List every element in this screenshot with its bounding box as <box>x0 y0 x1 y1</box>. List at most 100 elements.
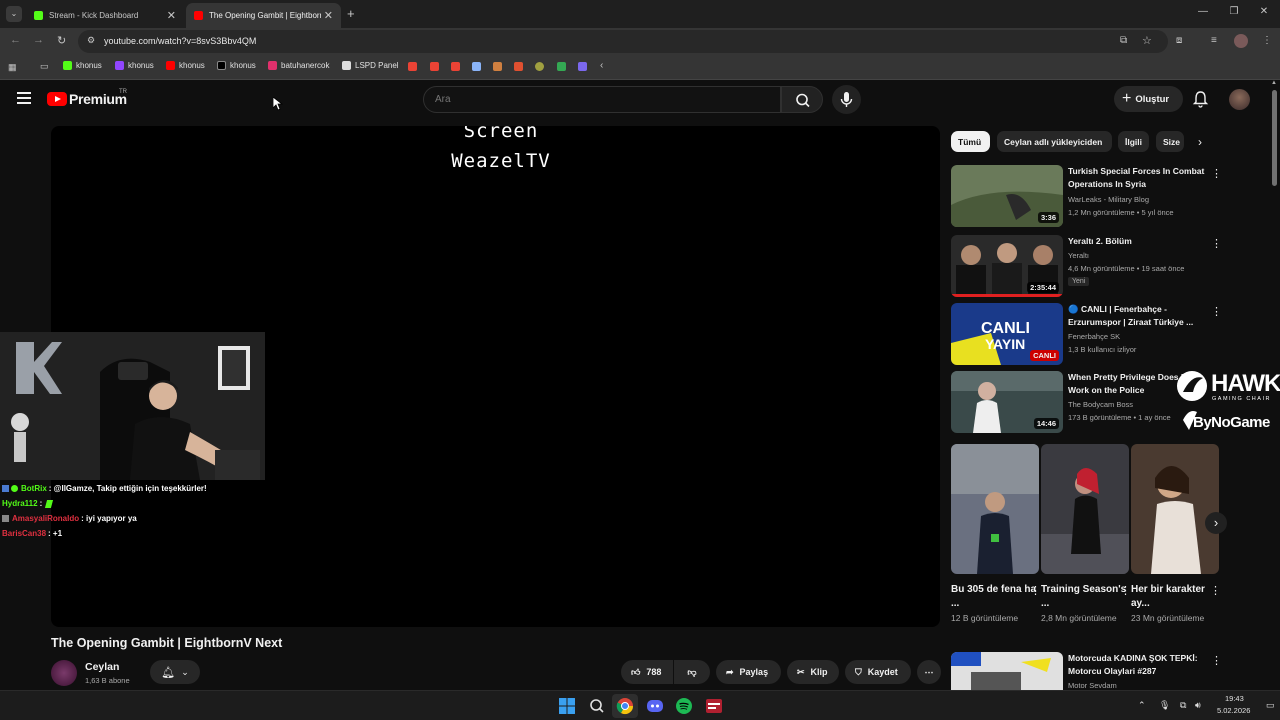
profile-avatar[interactable] <box>1234 34 1248 48</box>
video-title[interactable]: Motorcuda KADINA ŞOK TEPKİ: Motorcu Olay… <box>1068 652 1208 678</box>
subscription-bell-button[interactable]: 🔔︎ ⌄ <box>150 660 200 684</box>
short-title[interactable]: Training Season's ... <box>1041 583 1129 611</box>
windows-start-icon[interactable] <box>558 697 576 715</box>
video-thumbnail[interactable]: 14:46 <box>951 371 1063 433</box>
close-window-icon[interactable]: ✕ <box>1256 6 1272 17</box>
channel-name[interactable]: The Bodycam Boss <box>1068 400 1133 409</box>
notifications-button[interactable] <box>1192 90 1209 113</box>
extensions-icon[interactable]: ⧈ <box>1176 35 1182 46</box>
tray-overflow-icon[interactable]: ⌃ <box>1138 700 1146 711</box>
video-thumbnail[interactable]: 3:36 <box>951 165 1063 227</box>
scroll-up-icon[interactable]: ▲ <box>1271 80 1277 86</box>
scroll-thumb[interactable] <box>1272 90 1277 186</box>
docs-icon[interactable] <box>472 62 481 71</box>
sheets-icon[interactable] <box>557 62 566 71</box>
tab-youtube-video[interactable]: The Opening Gambit | Eightborn ✕ <box>186 3 341 28</box>
gmail-icon[interactable] <box>430 62 439 71</box>
gmail-icon[interactable] <box>451 62 460 71</box>
bookmark-youtube[interactable]: khonus <box>166 61 205 70</box>
short-thumbnail[interactable] <box>951 444 1039 574</box>
recommendation-item[interactable]: Motorcuda KADINA ŞOK TEPKİ: Motorcu Olay… <box>951 652 1221 690</box>
share-button[interactable]: ➦ Paylaş <box>716 660 781 684</box>
folder-icon[interactable]: ▭ <box>40 61 49 72</box>
extension-icon[interactable] <box>493 62 502 71</box>
short-item[interactable]: Her bir karakter ay... 23 Mn görüntüleme… <box>1131 444 1221 625</box>
cast-icon[interactable]: ⧉ <box>1120 35 1127 46</box>
more-actions-button[interactable]: ⋯ <box>917 660 941 684</box>
back-icon[interactable]: ← <box>10 34 21 46</box>
video-thumbnail[interactable]: CANLI YAYIN CANLI <box>951 303 1063 365</box>
video-thumbnail[interactable] <box>951 652 1063 690</box>
clock-time[interactable]: 19:43 <box>1225 694 1244 703</box>
tab-kick-dashboard[interactable]: Stream - Kick Dashboard ✕ <box>26 3 184 28</box>
channel-name[interactable]: Yeraltı <box>1068 251 1089 260</box>
channel-avatar[interactable] <box>51 660 77 686</box>
video-title[interactable]: 🔵 CANLI | Fenerbahçe - Erzurumspor | Zir… <box>1068 303 1208 329</box>
app-icon[interactable] <box>705 697 723 715</box>
extension-icon[interactable] <box>535 62 544 71</box>
more-options-icon[interactable]: ⋮ <box>1211 305 1222 318</box>
forms-icon[interactable] <box>578 62 587 71</box>
search-icon[interactable] <box>588 697 606 715</box>
more-bookmarks-icon[interactable]: ‹ <box>600 60 603 71</box>
network-icon[interactable]: ⧉ <box>1180 700 1186 711</box>
channel-name[interactable]: Fenerbahçe SK <box>1068 332 1120 341</box>
save-button[interactable]: ⛉ Kaydet <box>845 660 911 684</box>
chip-for-you[interactable]: Size <box>1156 131 1184 152</box>
clock-date[interactable]: 5.02.2026 <box>1217 706 1250 715</box>
clip-button[interactable]: ✂ Klip <box>787 660 839 684</box>
like-button[interactable]: 👍︎ 788 <box>621 660 673 684</box>
recommendation-item[interactable]: CANLI YAYIN CANLI 🔵 CANLI | Fenerbahçe - … <box>951 303 1222 365</box>
short-item[interactable]: Training Season's ... 2,8 Mn görüntüleme… <box>1041 444 1131 625</box>
bookmark-twitch[interactable]: khonus <box>115 61 154 70</box>
close-tab-icon[interactable]: ✕ <box>167 9 176 22</box>
search-input[interactable] <box>435 94 765 105</box>
more-options-icon[interactable]: ⋮ <box>1211 237 1222 250</box>
video-thumbnail[interactable]: 2:35:44 <box>951 235 1063 297</box>
short-title[interactable]: Bu 305 de fena ha ... <box>951 583 1039 611</box>
bookmark-kick[interactable]: khonus <box>63 61 102 70</box>
short-thumbnail[interactable] <box>1041 444 1129 574</box>
shorts-next-button[interactable]: › <box>1205 512 1227 534</box>
extension-icon[interactable] <box>514 62 523 71</box>
reload-icon[interactable]: ↻ <box>57 34 66 47</box>
bookmark-x[interactable]: khonus <box>217 61 256 70</box>
bookmark-instagram[interactable]: batuhanercok <box>268 61 329 70</box>
more-options-icon[interactable]: ⋮ <box>1030 584 1041 597</box>
spotify-icon[interactable] <box>675 697 693 715</box>
short-title[interactable]: Her bir karakter ay... <box>1131 583 1219 611</box>
youtube-premium-logo[interactable]: Premium TR <box>47 89 127 107</box>
create-button[interactable]: + Oluştur <box>1114 86 1183 112</box>
voice-search-button[interactable] <box>832 85 861 114</box>
volume-icon[interactable]: 🔊︎ <box>1195 700 1201 711</box>
chevron-right-icon[interactable]: › <box>1198 135 1202 149</box>
search-box[interactable] <box>423 86 781 113</box>
recommendation-item[interactable]: 2:35:44 Yeraltı 2. Bölüm Yeraltı 4,6 Mn … <box>951 235 1222 297</box>
gmail-icon[interactable] <box>408 62 417 71</box>
dislike-button[interactable]: 👎︎ <box>674 660 710 684</box>
video-title[interactable]: Turkish Special Forces In Combat Operati… <box>1068 165 1208 191</box>
site-info-icon[interactable]: ⚙ <box>87 35 95 46</box>
account-avatar[interactable] <box>1229 89 1250 110</box>
short-thumbnail[interactable] <box>1131 444 1219 574</box>
minimize-icon[interactable]: — <box>1195 6 1211 17</box>
discord-icon[interactable] <box>646 697 664 715</box>
bookmark-star-icon[interactable]: ☆ <box>1142 34 1152 47</box>
hamburger-menu-icon[interactable] <box>17 92 31 104</box>
chip-from-uploader[interactable]: Ceylan adlı yükleyiciden <box>997 131 1112 152</box>
apps-grid-icon[interactable]: ▦ <box>8 62 17 73</box>
channel-name[interactable]: Motor Sevdam <box>1068 681 1117 690</box>
short-item[interactable]: Bu 305 de fena ha ... 12 B görüntüleme ⋮ <box>951 444 1041 625</box>
chip-related[interactable]: İlgili <box>1118 131 1149 152</box>
more-options-icon[interactable]: ⋮ <box>1210 584 1221 597</box>
recommendation-item[interactable]: 3:36 Turkish Special Forces In Combat Op… <box>951 165 1222 227</box>
chrome-menu-icon[interactable]: ⋮ <box>1262 35 1272 46</box>
more-options-icon[interactable]: ⋮ <box>1211 654 1221 667</box>
more-options-icon[interactable]: ⋮ <box>1211 167 1222 180</box>
channel-name[interactable]: Ceylan <box>85 661 119 673</box>
bookmark-lspd[interactable]: LSPD Panel <box>342 61 399 70</box>
tab-search-button[interactable]: ⌄ <box>6 6 22 22</box>
restore-icon[interactable]: ❐ <box>1226 6 1242 17</box>
url-text[interactable]: youtube.com/watch?v=8svS3Bbv4QM <box>104 36 256 46</box>
more-options-icon[interactable]: ⋮ <box>1120 584 1131 597</box>
